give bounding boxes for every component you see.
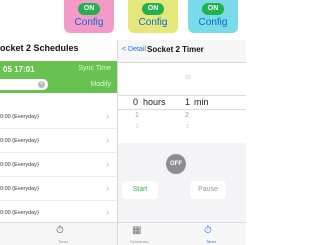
tab-bar: ▦ Schedules ⏱ Timer: [118, 222, 246, 245]
minutes-above: 59: [185, 75, 191, 81]
hours-selected: 0: [133, 97, 139, 107]
list-item[interactable]: 0:00 (Everyday) ›: [0, 154, 117, 177]
page-title: ocket 2 Schedules: [0, 43, 79, 53]
config-tile-2[interactable]: ON Config: [128, 0, 178, 33]
tab-schedules-label: Schedules: [130, 239, 149, 244]
list-item[interactable]: 0:00 (Everyday) ›: [0, 202, 117, 224]
schedule-time: 0:00 (Everyday): [0, 114, 39, 120]
on-toggle[interactable]: ON: [142, 3, 164, 15]
tab-timer-label: Timer: [206, 239, 217, 244]
schedule-time: 0:00 (Everyday): [0, 186, 39, 192]
chevron-right-icon: ›: [106, 111, 109, 121]
config-tile-3[interactable]: ON Config: [188, 0, 238, 33]
calendar-icon[interactable]: ▦: [132, 225, 141, 236]
pause-button[interactable]: Pause: [190, 181, 226, 199]
schedules-panel: ocket 2 Schedules 05 17:01 Sync Time × M…: [0, 40, 118, 245]
config-label: Config: [74, 17, 104, 28]
minutes-unit: min: [194, 97, 209, 107]
list-item[interactable]: 0:00 (Everyday) ›: [0, 106, 117, 129]
hours-unit: hours: [143, 97, 166, 107]
tab-timer-label: Timer: [58, 239, 69, 244]
clear-icon[interactable]: ×: [38, 81, 45, 88]
chevron-right-icon: ›: [106, 207, 109, 217]
page-title: Socket 2 Timer: [147, 45, 204, 54]
schedule-time: 0:00 (Everyday): [0, 162, 39, 168]
nav-bar: < Detail Socket 2 Timer: [118, 40, 246, 63]
picker-line: [118, 95, 246, 96]
on-toggle[interactable]: ON: [78, 3, 100, 15]
config-label: Config: [198, 17, 228, 28]
schedule-time: 0:00 (Everyday): [0, 210, 39, 216]
chevron-right-icon: ›: [106, 159, 109, 169]
timer-icon[interactable]: ⏱: [204, 225, 212, 236]
hours-below-1: 1: [135, 112, 139, 119]
hours-below-2: 2: [136, 124, 139, 130]
timer-panel: < Detail Socket 2 Timer 59 0 hours 1 min…: [118, 40, 246, 245]
off-button[interactable]: OFF: [166, 154, 186, 174]
chevron-right-icon: ›: [106, 135, 109, 145]
modify-button[interactable]: Modify: [90, 81, 111, 88]
timer-icon[interactable]: ⏱: [56, 225, 64, 236]
back-button[interactable]: < Detail: [122, 46, 146, 53]
minutes-below-2: 3: [186, 124, 189, 130]
config-label: Config: [138, 17, 168, 28]
time-picker[interactable]: 59 0 hours 1 min 1 2 2 3: [118, 63, 246, 143]
minutes-selected: 1: [185, 97, 191, 107]
minutes-below-1: 2: [185, 112, 189, 119]
list-item[interactable]: 0:00 (Everyday) ›: [0, 178, 117, 201]
schedule-time: 0:00 (Everyday): [0, 138, 39, 144]
config-tile-1[interactable]: ON Config: [64, 0, 114, 33]
list-item[interactable]: 0:00 (Everyday) ›: [0, 130, 117, 153]
start-button[interactable]: Start: [122, 181, 158, 199]
chevron-right-icon: ›: [106, 183, 109, 193]
schedule-datetime: 05 17:01: [3, 65, 35, 74]
on-toggle[interactable]: ON: [202, 3, 224, 15]
active-schedule[interactable]: 05 17:01 Sync Time × Modify: [0, 61, 117, 93]
picker-line: [118, 109, 246, 110]
sync-time-button[interactable]: Sync Time: [78, 65, 111, 72]
tab-bar: ⏱ Timer: [0, 222, 117, 245]
